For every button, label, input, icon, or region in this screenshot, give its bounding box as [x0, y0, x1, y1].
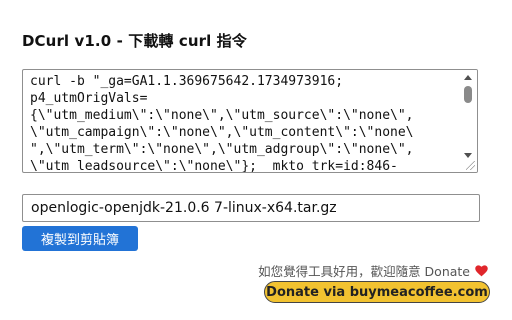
support-text: 如您覺得工具好用，歡迎隨意 Donate	[258, 264, 470, 279]
resize-handle-icon[interactable]	[466, 161, 475, 170]
copy-to-clipboard-button[interactable]: 複製到剪貼簿	[22, 226, 138, 251]
filename-input[interactable]	[22, 194, 480, 222]
app-title: DCurl v1.0 - 下載轉 curl 指令	[22, 32, 247, 50]
heart-icon	[475, 264, 488, 276]
curl-command-text[interactable]: curl -b "_ga=GA1.1.369675642.1734973916;…	[30, 73, 455, 172]
scroll-down-arrow-icon[interactable]	[464, 153, 472, 158]
curl-command-textarea[interactable]: curl -b "_ga=GA1.1.369675642.1734973916;…	[22, 69, 478, 173]
scrollbar-thumb[interactable]	[464, 86, 472, 103]
support-message: 如您覺得工具好用，歡迎隨意 Donate	[258, 261, 488, 280]
donate-button[interactable]: Donate via buymeacoffee.com	[264, 281, 490, 303]
scroll-up-arrow-icon[interactable]	[464, 75, 472, 80]
vertical-scrollbar[interactable]	[460, 70, 477, 172]
